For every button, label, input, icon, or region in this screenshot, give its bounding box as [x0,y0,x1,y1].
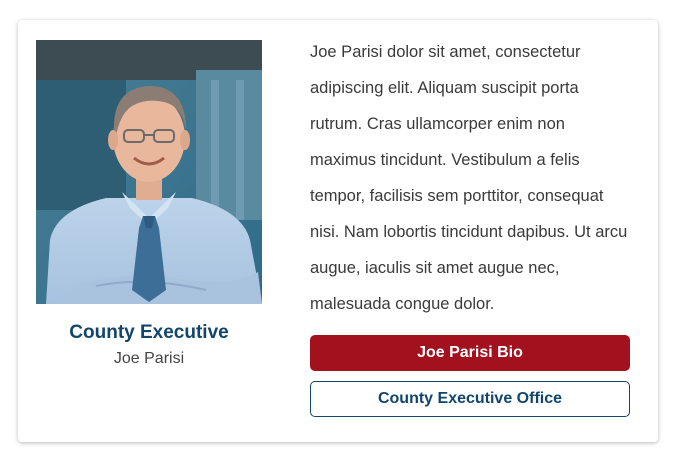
profile-title: County Executive [69,322,229,343]
county-executive-office-button[interactable]: County Executive Office [310,381,630,417]
bio-button[interactable]: Joe Parisi Bio [310,335,630,371]
profile-photo [36,40,262,304]
profile-name: Joe Parisi [113,350,185,367]
profile-bio: Joe Parisi dolor sit amet, consectetur a… [310,43,628,313]
profile-card: County Executive Joe Parisi Joe Parisi d… [18,20,658,442]
